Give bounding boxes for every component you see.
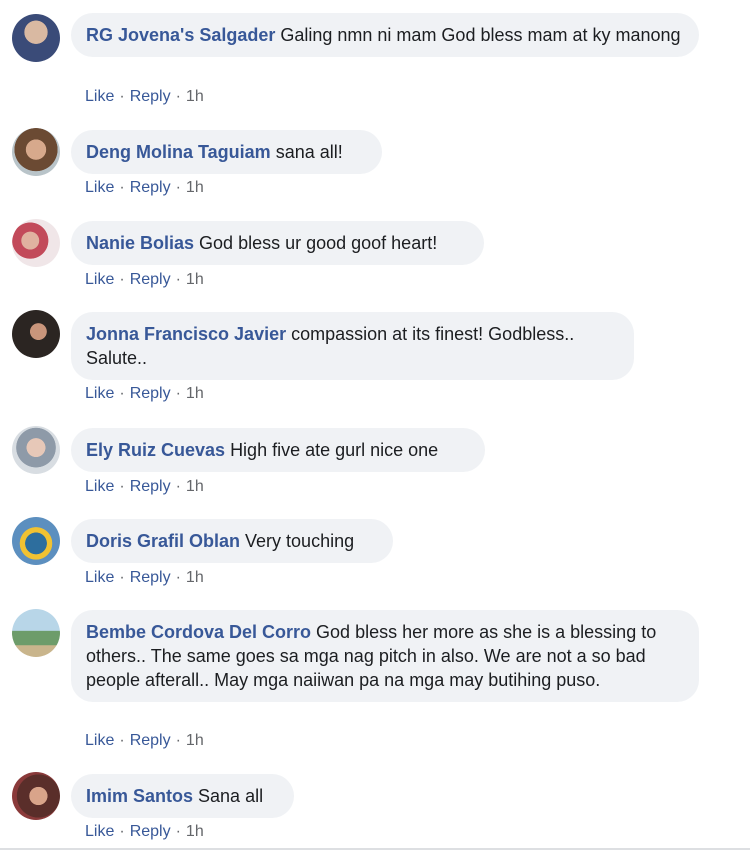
comment-text: Very touching: [245, 531, 355, 551]
separator: ·: [175, 385, 181, 402]
comment-author[interactable]: Deng Molina Taguiam: [86, 142, 271, 162]
comment-bubble: Jonna Francisco Javier compassion at its …: [71, 312, 634, 380]
comment-timestamp[interactable]: 1h: [186, 271, 204, 288]
comment-text: Sana all: [198, 786, 264, 806]
like-button[interactable]: Like: [85, 478, 114, 495]
avatar[interactable]: [12, 310, 60, 358]
separator: ·: [119, 478, 125, 495]
like-button[interactable]: Like: [85, 385, 114, 402]
comment-bubble: Nanie Bolias God bless ur good goof heart…: [71, 221, 484, 265]
like-button[interactable]: Like: [85, 271, 114, 288]
avatar[interactable]: [12, 609, 60, 657]
comment-actions: Like · Reply · 1h: [85, 569, 204, 587]
like-button[interactable]: Like: [85, 732, 114, 749]
comment-bubble: Ely Ruiz Cuevas High five ate gurl nice o…: [71, 428, 485, 472]
reply-button[interactable]: Reply: [130, 569, 171, 586]
comment-bubble: RG Jovena's Salgader Galing nmn ni mam Go…: [71, 13, 699, 57]
comment-bubble: Bembe Cordova Del Corro God bless her mor…: [71, 610, 699, 702]
separator: ·: [175, 271, 181, 288]
separator: ·: [175, 569, 181, 586]
comment-timestamp[interactable]: 1h: [186, 179, 204, 196]
comment-bubble: Deng Molina Taguiam sana all!: [71, 130, 382, 174]
separator: ·: [119, 179, 125, 196]
separator: ·: [175, 478, 181, 495]
comment-author[interactable]: Nanie Bolias: [86, 233, 194, 253]
separator: ·: [119, 385, 125, 402]
comment-actions: Like · Reply · 1h: [85, 179, 204, 197]
comment-timestamp[interactable]: 1h: [186, 732, 204, 749]
like-button[interactable]: Like: [85, 88, 114, 105]
separator: ·: [119, 88, 125, 105]
comment-text: High five ate gurl nice one: [230, 440, 439, 460]
comment-actions: Like · Reply · 1h: [85, 478, 204, 496]
separator: ·: [119, 823, 125, 840]
separator: ·: [119, 569, 125, 586]
comment-text: sana all!: [275, 142, 343, 162]
avatar[interactable]: [12, 14, 60, 62]
avatar[interactable]: [12, 426, 60, 474]
comment-timestamp[interactable]: 1h: [186, 385, 204, 402]
separator: ·: [119, 271, 125, 288]
reply-button[interactable]: Reply: [130, 478, 171, 495]
comment-actions: Like · Reply · 1h: [85, 385, 204, 403]
like-button[interactable]: Like: [85, 179, 114, 196]
reply-button[interactable]: Reply: [130, 88, 171, 105]
comment-author[interactable]: RG Jovena's Salgader: [86, 25, 275, 45]
comment-bubble: Imim Santos Sana all: [71, 774, 294, 818]
comment-author[interactable]: Ely Ruiz Cuevas: [86, 440, 225, 460]
comment-bubble: Doris Grafil Oblan Very touching: [71, 519, 393, 563]
comment-actions: Like · Reply · 1h: [85, 88, 204, 106]
reply-button[interactable]: Reply: [130, 732, 171, 749]
like-button[interactable]: Like: [85, 569, 114, 586]
separator: ·: [175, 88, 181, 105]
like-button[interactable]: Like: [85, 823, 114, 840]
reply-button[interactable]: Reply: [130, 179, 171, 196]
separator: ·: [175, 179, 181, 196]
reply-button[interactable]: Reply: [130, 385, 171, 402]
avatar[interactable]: [12, 772, 60, 820]
comment-timestamp[interactable]: 1h: [186, 569, 204, 586]
comment-actions: Like · Reply · 1h: [85, 271, 204, 289]
comment-author[interactable]: Doris Grafil Oblan: [86, 531, 240, 551]
comment-timestamp[interactable]: 1h: [186, 88, 204, 105]
avatar[interactable]: [12, 517, 60, 565]
comment-author[interactable]: Bembe Cordova Del Corro: [86, 622, 311, 642]
avatar[interactable]: [12, 219, 60, 267]
comment-text: Galing nmn ni mam God bless mam at ky ma…: [280, 25, 681, 45]
comment-actions: Like · Reply · 1h: [85, 823, 204, 841]
comment-author[interactable]: Jonna Francisco Javier: [86, 324, 286, 344]
bottom-divider: [0, 848, 750, 850]
reply-button[interactable]: Reply: [130, 823, 171, 840]
comment-text: God bless ur good goof heart!: [199, 233, 438, 253]
separator: ·: [119, 732, 125, 749]
reply-button[interactable]: Reply: [130, 271, 171, 288]
comment-timestamp[interactable]: 1h: [186, 478, 204, 495]
comment-timestamp[interactable]: 1h: [186, 823, 204, 840]
comment-author[interactable]: Imim Santos: [86, 786, 193, 806]
avatar[interactable]: [12, 128, 60, 176]
separator: ·: [175, 823, 181, 840]
separator: ·: [175, 732, 181, 749]
comment-actions: Like · Reply · 1h: [85, 732, 204, 750]
